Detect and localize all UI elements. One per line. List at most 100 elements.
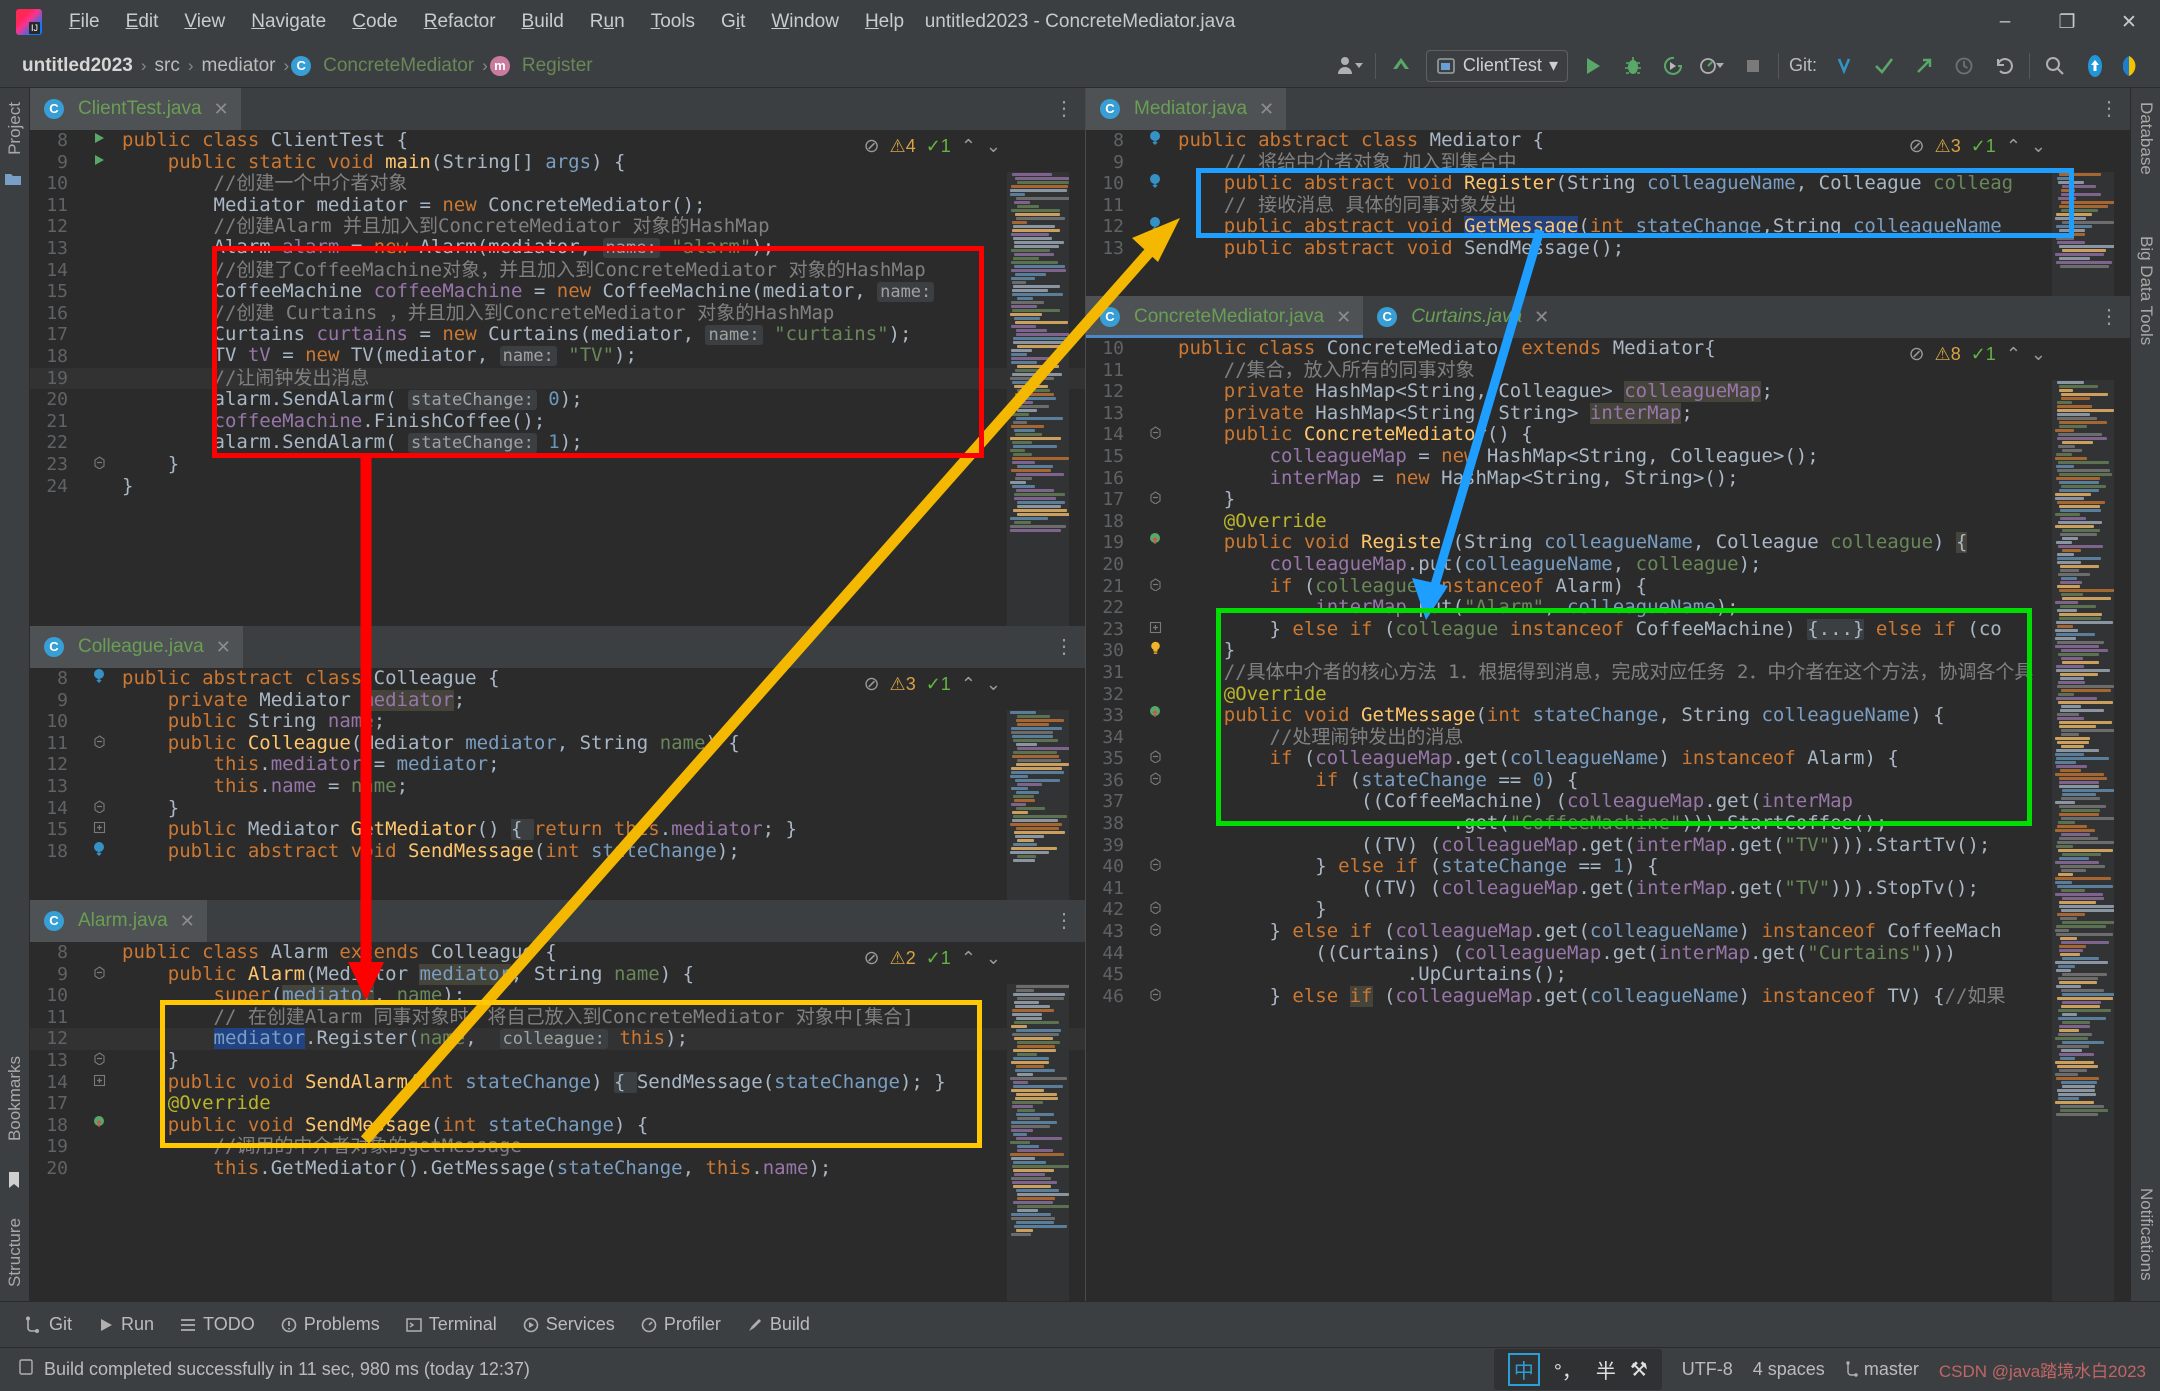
window-controls[interactable]: – ❐ ✕	[1974, 0, 2160, 44]
code-line[interactable]: 16 interMap = new HashMap<String, String…	[1086, 468, 2130, 490]
code-line[interactable]: 35 if (colleagueMap.get(colleagueName) i…	[1086, 748, 2130, 770]
code-line[interactable]: 14 public ConcreteMediator() {	[1086, 424, 2130, 446]
gutter-icon[interactable]	[76, 1050, 122, 1072]
code-line[interactable]: 12 mediator.Register(name, colleague: th…	[30, 1027, 1085, 1050]
menu-git[interactable]: Git	[708, 7, 758, 37]
code-line[interactable]: 18 public abstract void SendMessage(int …	[30, 841, 1085, 863]
close-button[interactable]: ✕	[2098, 0, 2160, 44]
gutter-icon[interactable]	[1132, 619, 1178, 641]
code-line[interactable]: 11 // 在创建Alarm 同事对象时，将自己放入到ConcreteMedia…	[30, 1007, 1085, 1029]
inspection-widget-alarm[interactable]: ⊘ ⚠2 ✓1 ⌃ ⌄	[864, 948, 1001, 970]
tool-window-database[interactable]: Database	[2136, 92, 2156, 185]
breadcrumb[interactable]: untitled2023 › src › mediator › C Concre…	[0, 55, 599, 77]
code-line[interactable]: 17 }	[1086, 489, 2130, 511]
bottom-item-problems[interactable]: Problems	[281, 1314, 380, 1335]
profile-icon[interactable]	[1698, 51, 1728, 81]
code-line[interactable]: 10 super(mediator, name);	[30, 985, 1085, 1007]
code-line[interactable]: 34 //处理闹钟发出的消息	[1086, 727, 2130, 749]
chevron-down-icon[interactable]: ▾	[1549, 55, 1558, 76]
close-icon[interactable]: ✕	[1336, 307, 1351, 328]
code-line[interactable]: 19 //调用的中介者对象的getMessage	[30, 1136, 1085, 1158]
gutter-icon[interactable]	[76, 1115, 122, 1137]
ime-punctuation[interactable]: °，	[1554, 1355, 1582, 1384]
menu-edit[interactable]: Edit	[113, 7, 172, 37]
code-line[interactable]: 17 Curtains curtains = new Curtains(medi…	[30, 324, 1085, 346]
gutter-icon[interactable]	[1132, 130, 1178, 152]
minimize-button[interactable]: –	[1974, 0, 2036, 44]
next-problem-icon[interactable]: ⌄	[986, 674, 1001, 696]
ime-tools-icon[interactable]: ⚒	[1630, 1357, 1648, 1382]
menu-code[interactable]: Code	[339, 7, 410, 37]
prev-problem-icon[interactable]: ⌃	[2006, 344, 2021, 366]
close-icon[interactable]: ✕	[180, 911, 195, 932]
code-minimap[interactable]	[1007, 172, 1069, 626]
debug-icon[interactable]	[1618, 51, 1648, 81]
tool-window-structure[interactable]: Structure	[5, 1208, 25, 1297]
code-minimap[interactable]	[1007, 710, 1069, 900]
close-icon[interactable]: ✕	[214, 99, 229, 120]
gutter-icon[interactable]	[76, 454, 122, 476]
breadcrumb-src[interactable]: src	[149, 55, 186, 77]
tab-alarm-java[interactable]: C Alarm.java ✕	[30, 900, 207, 942]
code-minimap[interactable]	[2052, 172, 2114, 296]
menu-run[interactable]: Run	[577, 7, 638, 37]
inspection-eye-icon[interactable]: ⊘	[864, 136, 880, 158]
code-line[interactable]: 13 public abstract void SendMessage();	[1086, 238, 2130, 260]
code-line[interactable]: 12 public abstract void GetMessage(int s…	[1086, 216, 2130, 238]
inspection-widget-concretemediator[interactable]: ⊘ ⚠8 ✓1 ⌃ ⌄	[1909, 344, 2046, 366]
gutter-icon[interactable]	[1132, 748, 1178, 770]
code-line[interactable]: 11 // 接收消息 具体的同事对象发出	[1086, 195, 2130, 217]
gutter-icon[interactable]	[1132, 576, 1178, 598]
code-line[interactable]: 11 Mediator mediator = new ConcreteMedia…	[30, 195, 1085, 217]
code-line[interactable]: 14 public void SendAlarm(int stateChange…	[30, 1071, 1085, 1094]
gutter-icon[interactable]	[1132, 640, 1178, 662]
gutter-icon[interactable]	[1132, 216, 1178, 238]
code-line[interactable]: 12 this.mediator = mediator;	[30, 754, 1085, 776]
editor-options-icon[interactable]: ⋮	[1054, 908, 1075, 933]
rollback-icon[interactable]	[1989, 51, 2019, 81]
code-line[interactable]: 10 public abstract void Register(String …	[1086, 173, 2130, 195]
bookmark-icon[interactable]	[6, 1171, 22, 1189]
code-line[interactable]: 14 }	[30, 798, 1085, 820]
code-line[interactable]: 16 //创建 Curtains ，并且加入到ConcreteMediator …	[30, 303, 1085, 325]
indent-indicator[interactable]: 4 spaces	[1753, 1359, 1825, 1380]
menu-tools[interactable]: Tools	[638, 7, 708, 37]
breadcrumb-class[interactable]: ConcreteMediator	[317, 55, 480, 77]
close-icon[interactable]: ✕	[1534, 307, 1549, 328]
code-line[interactable]: 13 Alarm alarm = new Alarm(mediator, nam…	[30, 237, 1085, 260]
close-icon[interactable]: ✕	[216, 637, 231, 658]
code-line[interactable]: 45 .UpCurtains();	[1086, 964, 2130, 986]
code-line[interactable]: 19 //让闹钟发出消息	[30, 367, 1085, 390]
prev-problem-icon[interactable]: ⌃	[961, 674, 976, 696]
next-problem-icon[interactable]: ⌄	[986, 948, 1001, 970]
breadcrumb-project[interactable]: untitled2023	[16, 55, 139, 77]
update-project-icon[interactable]	[1386, 51, 1416, 81]
menu-navigate[interactable]: Navigate	[238, 7, 339, 37]
code-line[interactable]: 18 TV tV = new TV(mediator, name: "TV");	[30, 345, 1085, 368]
close-icon[interactable]: ✕	[1259, 99, 1274, 120]
bottom-item-terminal[interactable]: Terminal	[406, 1314, 497, 1335]
tab-concretemediator-java[interactable]: C ConcreteMediator.java ✕	[1086, 296, 1364, 338]
update-icon[interactable]	[1829, 51, 1859, 81]
tab-colleague-java[interactable]: C Colleague.java ✕	[30, 626, 243, 668]
gutter-icon[interactable]	[1132, 770, 1178, 792]
editor-options-icon[interactable]: ⋮	[2099, 304, 2120, 329]
gutter-icon[interactable]	[76, 733, 122, 755]
inspection-widget-clienttest[interactable]: ⊘ ⚠4 ✓1 ⌃ ⌄	[864, 136, 1001, 158]
code-line[interactable]: 15 public Mediator GetMediator() { retur…	[30, 819, 1085, 841]
gutter-icon[interactable]	[76, 668, 122, 690]
run-configuration-selector[interactable]: ClientTest ▾	[1425, 49, 1568, 82]
project-files-icon[interactable]	[4, 171, 22, 192]
maximize-button[interactable]: ❐	[2036, 0, 2098, 44]
code-line[interactable]: 18 public void SendMessage(int stateChan…	[30, 1115, 1085, 1137]
inspection-eye-icon[interactable]: ⊘	[864, 948, 880, 970]
code-minimap[interactable]	[2052, 380, 2114, 1301]
stop-icon[interactable]	[1738, 51, 1768, 81]
code-line[interactable]: 39 ((TV) (colleagueMap.get(interMap.get(…	[1086, 835, 2130, 857]
menu-window[interactable]: Window	[758, 7, 852, 37]
tool-window-big-data-tools[interactable]: Big Data Tools	[2136, 226, 2156, 355]
code-line[interactable]: 13 }	[30, 1050, 1085, 1072]
inspection-eye-icon[interactable]: ⊘	[1909, 136, 1925, 158]
gutter-icon[interactable]	[1132, 173, 1178, 195]
main-menu[interactable]: File Edit View Navigate Code Refactor Bu…	[56, 7, 917, 37]
